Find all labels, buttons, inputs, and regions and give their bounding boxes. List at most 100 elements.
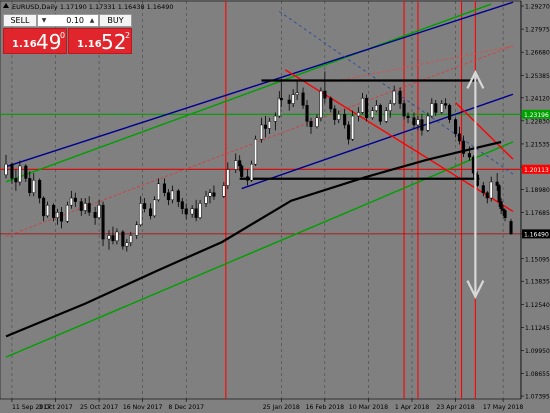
bear-candle-body bbox=[28, 178, 32, 193]
bull-candle-body bbox=[250, 163, 254, 181]
bear-candle-body bbox=[10, 163, 14, 179]
bear-candle-body bbox=[162, 183, 166, 193]
bear-candle-body bbox=[194, 208, 198, 218]
y-tick-label: 1.08655 bbox=[525, 371, 550, 378]
bear-candle-body bbox=[121, 231, 125, 247]
bear-candle-body bbox=[398, 90, 402, 104]
bear-candle-body bbox=[212, 192, 216, 197]
y-tick-label: 1.26680 bbox=[525, 50, 550, 57]
bull-candle-body bbox=[139, 203, 143, 226]
buy-price-pips: 52 bbox=[101, 30, 127, 54]
symbol-caption-text: EURUSD,Daily 1.17190 1.17331 1.16438 1.1… bbox=[12, 3, 174, 11]
bull-candle-body bbox=[315, 117, 319, 127]
buy-button[interactable]: BUY bbox=[99, 14, 132, 27]
bear-candle-body bbox=[263, 124, 267, 129]
bull-candle-body bbox=[426, 115, 430, 131]
bear-candle-body bbox=[501, 208, 505, 211]
bear-candle-body bbox=[238, 160, 242, 167]
bear-candle-body bbox=[51, 204, 56, 218]
y-tick-label: 1.17685 bbox=[525, 210, 550, 217]
bull-candle-body bbox=[384, 110, 388, 122]
candle bbox=[240, 164, 244, 179]
bull-candle-body bbox=[4, 163, 8, 176]
bear-candle-body bbox=[343, 113, 347, 126]
bear-candle-body bbox=[101, 204, 105, 240]
bear-candle-body bbox=[461, 140, 466, 154]
bear-candle-body bbox=[279, 97, 283, 101]
sell-price-pips: 49 bbox=[36, 30, 62, 54]
bull-candle-body bbox=[360, 97, 365, 113]
y-tick-label: 1.21535 bbox=[525, 141, 550, 148]
bear-candle-body bbox=[499, 201, 503, 209]
bear-candle-body bbox=[406, 115, 410, 119]
y-tick-label: 1.11245 bbox=[525, 325, 550, 332]
bear-candle-body bbox=[73, 197, 77, 202]
bear-candle-body bbox=[481, 185, 485, 193]
bull-candle-body bbox=[489, 181, 493, 199]
sell-price-prefix: 1.16 bbox=[12, 39, 37, 50]
price-label-text: 1.23196 bbox=[524, 112, 549, 119]
y-tick-label: 1.18980 bbox=[525, 187, 550, 194]
bull-candle-body bbox=[319, 90, 323, 119]
bear-candle-body bbox=[509, 221, 513, 235]
bear-candle-body bbox=[301, 92, 305, 106]
chart-window: 1.29270 1.27975 1.26680 1.25385 1.24120 1.228… bbox=[0, 0, 550, 413]
bear-candle-body bbox=[111, 235, 115, 242]
bear-candle-body bbox=[420, 119, 424, 131]
bull-candle-body bbox=[135, 224, 139, 236]
bear-candle-body bbox=[448, 105, 452, 120]
bull-candle-body bbox=[32, 179, 36, 193]
lot-down-arrow-icon[interactable]: ▼ bbox=[39, 15, 49, 26]
x-tick-label: 1 Apr 2018 bbox=[395, 404, 429, 411]
lot-size-field[interactable]: ▼ 0.10 ▲ bbox=[37, 14, 99, 27]
bear-candle-body bbox=[149, 208, 153, 217]
bull-candle-body bbox=[222, 185, 226, 197]
bull-candle-body bbox=[204, 196, 208, 204]
bull-candle-body bbox=[83, 203, 87, 211]
bear-candle-body bbox=[402, 103, 406, 117]
x-tick-label: 8 Dec 2017 bbox=[168, 404, 204, 411]
buy-price-fraction: 2 bbox=[125, 31, 131, 40]
bear-candle-body bbox=[180, 201, 184, 209]
x-tick-label: 3 Oct 2017 bbox=[38, 404, 72, 411]
bull-candle-body bbox=[152, 199, 157, 217]
candlestick-chart: 1.29270 1.27975 1.26680 1.25385 1.24120 1.228… bbox=[0, 0, 550, 413]
lot-size-value[interactable]: 0.10 bbox=[66, 15, 84, 26]
candle bbox=[509, 218, 513, 235]
buy-price-box[interactable]: 1.16 52 2 bbox=[68, 28, 132, 54]
bear-candle-body bbox=[434, 103, 438, 113]
plot-area bbox=[0, 0, 522, 400]
bear-candle-body bbox=[412, 117, 416, 126]
bull-candle-body bbox=[374, 105, 378, 111]
bear-candle-body bbox=[329, 97, 333, 110]
bull-candle-body bbox=[295, 92, 299, 95]
y-tick-label: 1.07395 bbox=[525, 394, 550, 401]
price-label-text: 1.20113 bbox=[524, 167, 549, 174]
bull-candle-body bbox=[337, 113, 341, 120]
bull-candle-body bbox=[259, 124, 264, 140]
bull-candle-body bbox=[115, 231, 119, 242]
y-tick-label: 1.25385 bbox=[525, 73, 550, 80]
y-tick-label: 1.24120 bbox=[525, 95, 550, 102]
bear-candle-body bbox=[24, 165, 28, 179]
bear-candle-body bbox=[240, 165, 244, 177]
bull-candle-body bbox=[291, 94, 295, 104]
bear-candle-body bbox=[176, 190, 180, 202]
y-tick-label: 1.29270 bbox=[525, 3, 550, 10]
bull-candle-body bbox=[356, 112, 361, 117]
sell-price-fraction: 0 bbox=[60, 31, 66, 40]
x-tick-label: 16 Feb 2018 bbox=[306, 404, 345, 411]
bull-candle-body bbox=[18, 165, 22, 183]
bull-candle-body bbox=[125, 242, 129, 247]
bull-candle-body bbox=[198, 203, 202, 218]
x-tick-label: 23 Apr 2018 bbox=[436, 404, 474, 411]
bear-candle-body bbox=[454, 119, 458, 135]
bull-candle-body bbox=[170, 190, 174, 201]
sell-button[interactable]: SELL bbox=[3, 14, 37, 27]
bull-candle-body bbox=[107, 235, 111, 240]
lot-up-arrow-icon[interactable]: ▲ bbox=[87, 15, 97, 26]
y-tick-label: 1.12540 bbox=[525, 302, 550, 309]
y-tick-label: 1.22830 bbox=[525, 118, 550, 125]
price-label-text: 1.16490 bbox=[524, 231, 549, 238]
sell-price-box[interactable]: 1.16 49 0 bbox=[3, 28, 67, 54]
